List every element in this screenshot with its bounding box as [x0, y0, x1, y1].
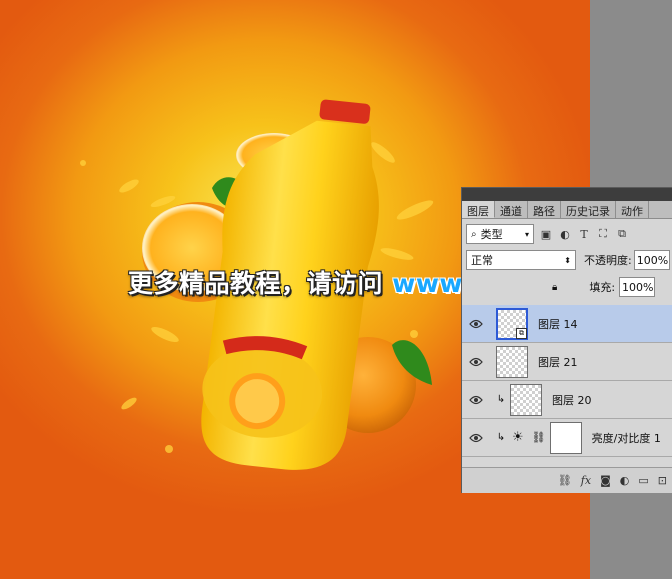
opacity-label: 不透明度:: [584, 254, 632, 267]
layer-row[interactable]: ⧉ 图层 14: [462, 305, 672, 343]
tab-history[interactable]: 历史记录: [561, 201, 616, 218]
brightness-adjustment-icon: ☀: [512, 430, 524, 445]
layer-name: 图层 20: [552, 393, 592, 407]
image-filter-icon[interactable]: ▣: [539, 227, 553, 241]
tab-actions[interactable]: 动作: [616, 201, 649, 218]
panel-title-bar[interactable]: [462, 188, 672, 201]
layer-name: 图层 14: [538, 317, 578, 331]
filter-kind-select[interactable]: ⌕ 类型 ▾: [466, 224, 534, 244]
tab-channels[interactable]: 通道: [495, 201, 528, 218]
lock-row: 🔒︎ 填充: 100%: [462, 276, 672, 298]
layer-name: 亮度/对比度 1: [591, 431, 661, 445]
tab-paths[interactable]: 路径: [528, 201, 561, 218]
smart-object-filter-icon[interactable]: ⧉: [615, 227, 629, 241]
watermark-prefix: 更多精品教程，请访问: [128, 269, 393, 298]
new-adjustment-icon[interactable]: ◐: [620, 474, 630, 487]
adjustment-filter-icon[interactable]: ◐: [558, 227, 572, 241]
link-layers-icon[interactable]: ⛓: [558, 474, 572, 487]
filter-kind-label: 类型: [480, 228, 503, 241]
type-filter-icon[interactable]: T: [577, 227, 591, 241]
panel-tabs: 图层 通道 路径 历史记录 动作: [462, 201, 672, 219]
smart-object-badge-icon: ⧉: [516, 327, 527, 339]
new-layer-icon[interactable]: ⊡: [658, 474, 667, 487]
layer-row[interactable]: ↳ 图层 20: [462, 381, 672, 419]
layers-panel-footer: ⛓ fx ◙ ◐ ▭ ⊡: [462, 467, 672, 493]
layer-name: 图层 21: [538, 355, 578, 369]
filter-row: ⌕ 类型 ▾ ▣ ◐ T ⛶ ⧉: [462, 222, 672, 246]
clipping-mask-arrow-icon: ↳: [496, 432, 506, 443]
blend-mode-value: 正常: [471, 254, 493, 267]
layer-row[interactable]: 图层 21: [462, 343, 672, 381]
chevron-updown-icon: ⬍: [564, 255, 571, 265]
layer-thumbnail[interactable]: ⧉: [496, 307, 528, 340]
layer-thumbnail[interactable]: [496, 345, 528, 378]
new-group-folder-icon[interactable]: ▭: [638, 474, 648, 487]
opacity-value: 100%: [636, 253, 669, 267]
add-mask-icon[interactable]: ◙: [600, 474, 611, 487]
fill-label: 填充:: [589, 281, 616, 294]
visibility-eye-icon[interactable]: [462, 357, 490, 367]
fill-value: 100%: [622, 280, 654, 294]
blend-row: 正常 ⬍ 不透明度: 100%: [462, 249, 672, 271]
opacity-input[interactable]: 100%: [633, 250, 670, 270]
layer-style-fx-icon[interactable]: fx: [581, 474, 591, 487]
visibility-eye-icon[interactable]: [462, 319, 490, 329]
chevron-down-icon: ▾: [524, 229, 529, 239]
lock-pixels-icon[interactable]: 🔒︎: [552, 282, 557, 293]
adjustment-mask-thumbnail[interactable]: [549, 421, 582, 454]
chain-link-icon[interactable]: ⛓: [532, 431, 546, 444]
search-icon: ⌕: [471, 228, 477, 240]
blend-mode-select[interactable]: 正常 ⬍: [466, 250, 576, 270]
layer-thumbnail[interactable]: [510, 383, 542, 416]
fill-input[interactable]: 100%: [619, 277, 656, 297]
clipping-mask-arrow-icon: ↳: [496, 394, 506, 405]
layer-row[interactable]: ↳ ☀ ⛓ 亮度/对比度 1: [462, 419, 672, 457]
layers-panel[interactable]: 图层 通道 路径 历史记录 动作 ⌕ 类型 ▾ ▣ ◐ T ⛶ ⧉ 正常 ⬍ 不…: [461, 187, 672, 493]
visibility-eye-icon[interactable]: [462, 395, 490, 405]
visibility-eye-icon[interactable]: [462, 433, 490, 443]
tab-layers[interactable]: 图层: [462, 201, 495, 218]
shape-filter-icon[interactable]: ⛶: [596, 227, 610, 241]
